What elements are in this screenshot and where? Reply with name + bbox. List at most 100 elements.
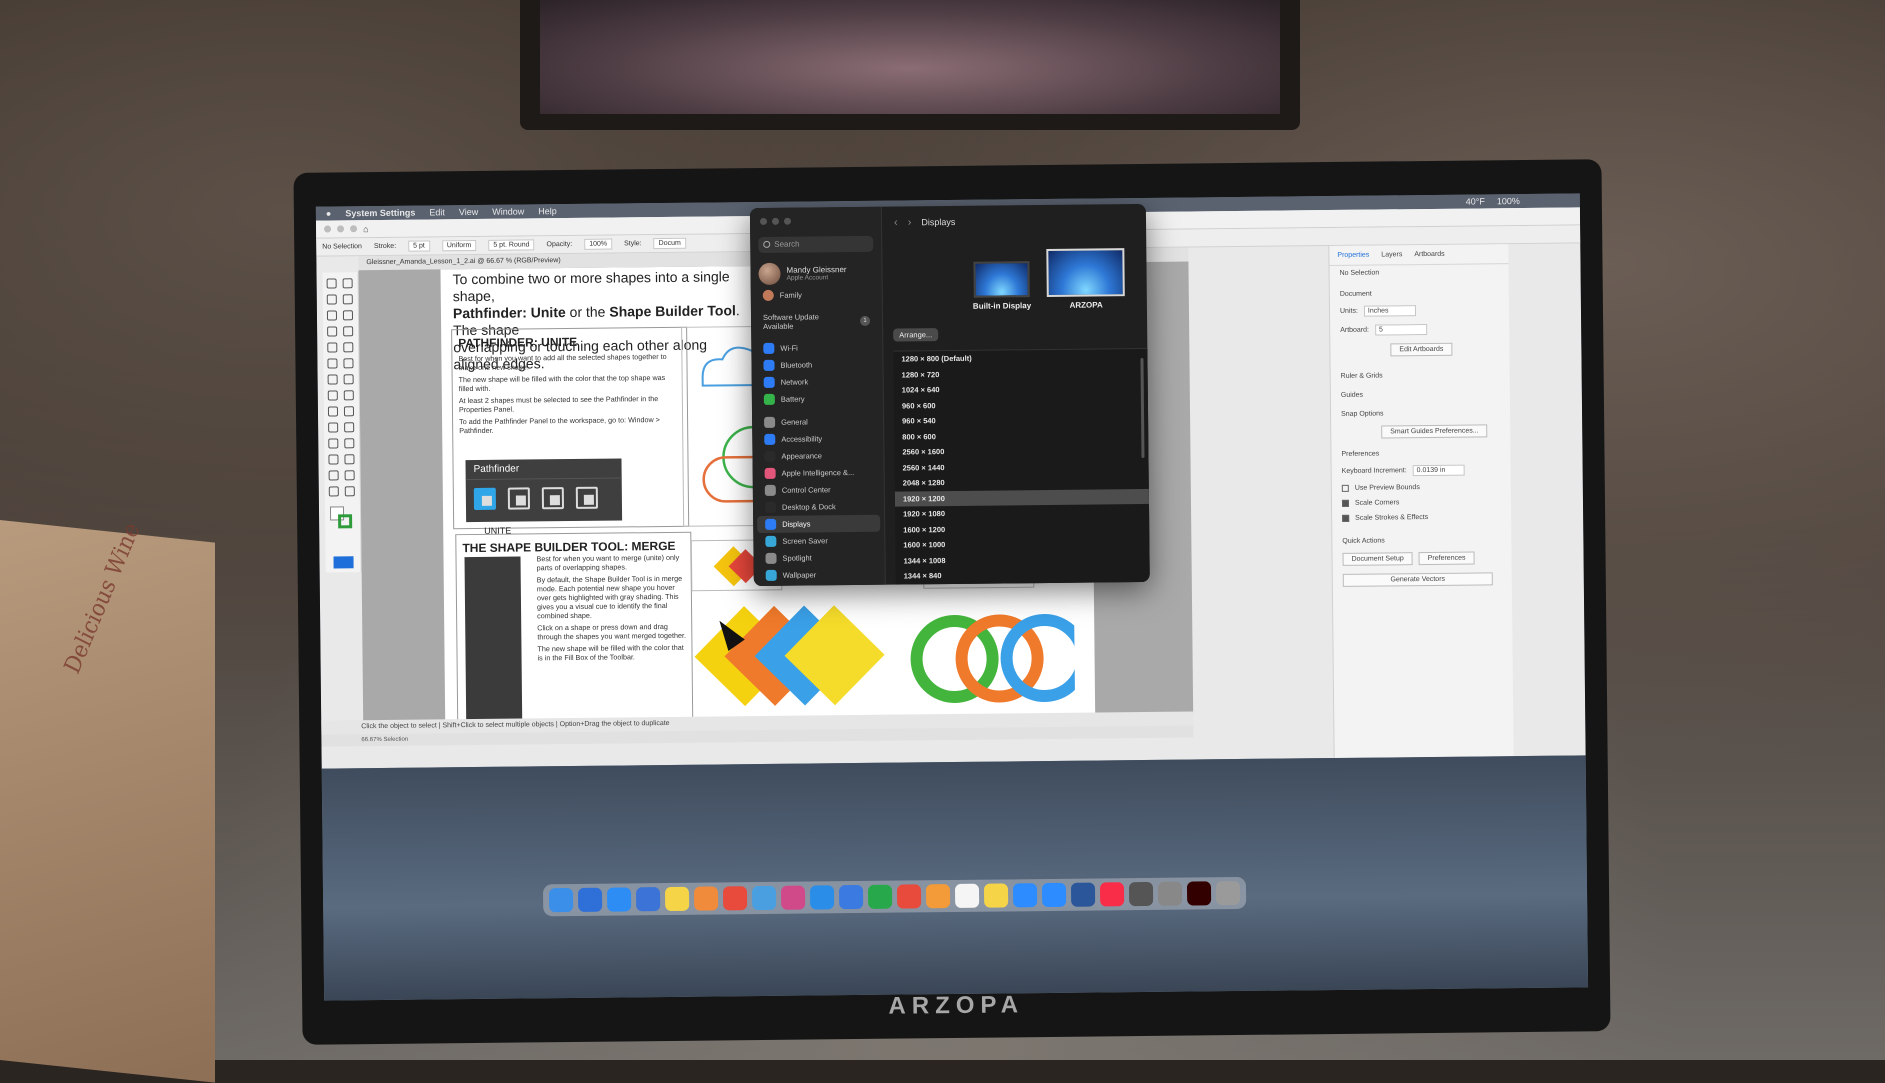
- smart-guides-button[interactable]: Smart Guides Preferences...: [1381, 424, 1487, 438]
- pages-icon[interactable]: [926, 884, 950, 908]
- sidebar-item-network[interactable]: Network: [756, 373, 879, 391]
- generate-vectors-button[interactable]: Generate Vectors: [1343, 572, 1493, 587]
- photos-icon[interactable]: [694, 886, 718, 910]
- blend-tool-icon[interactable]: [344, 438, 354, 448]
- scale-strokes-row[interactable]: Scale Strokes & Effects: [1332, 509, 1511, 526]
- symbol-sprayer-tool-icon[interactable]: [328, 454, 338, 464]
- settings-search-input[interactable]: Search: [758, 236, 873, 253]
- curvature-tool-icon[interactable]: [343, 310, 353, 320]
- window-zoom-button[interactable]: [350, 225, 357, 232]
- sidebar-item-wi-fi[interactable]: Wi-Fi: [755, 339, 878, 357]
- mail-icon[interactable]: [636, 887, 660, 911]
- menu-view[interactable]: View: [459, 207, 478, 217]
- units-select[interactable]: Inches: [1364, 305, 1416, 317]
- lasso-tool-icon[interactable]: [343, 294, 353, 304]
- gradient-tool-icon[interactable]: [344, 422, 354, 432]
- perspective-grid-tool-icon[interactable]: [344, 406, 354, 416]
- settings-close-button[interactable]: [760, 218, 767, 225]
- slice-tool-icon[interactable]: [345, 470, 355, 480]
- numbers-icon[interactable]: [868, 885, 892, 909]
- free-transform-tool-icon[interactable]: [344, 390, 354, 400]
- pen-tool-icon[interactable]: [327, 310, 337, 320]
- direct-selection-tool-icon[interactable]: [343, 278, 353, 288]
- music-icon[interactable]: [1100, 882, 1124, 906]
- stroke-swatch[interactable]: [338, 514, 352, 528]
- stroke-profile-select[interactable]: Uniform: [442, 240, 477, 251]
- keyboard-increment-field[interactable]: 0.0139 in: [1413, 465, 1465, 477]
- rectangle-tool-icon[interactable]: [327, 342, 337, 352]
- edit-artboards-button[interactable]: Edit Artboards: [1390, 343, 1452, 357]
- selection-tool-icon[interactable]: [327, 278, 337, 288]
- display-builtin[interactable]: Built-in Display: [972, 261, 1031, 311]
- chrome-icon[interactable]: [723, 886, 747, 910]
- tab-properties[interactable]: Properties: [1337, 252, 1369, 259]
- tab-artboards[interactable]: Artboards: [1414, 251, 1444, 258]
- scale-tool-icon[interactable]: [344, 374, 354, 384]
- home-icon[interactable]: ⌂: [363, 224, 369, 234]
- sidebar-item-wallpaper[interactable]: Wallpaper: [758, 566, 881, 584]
- safari-icon[interactable]: [578, 888, 602, 912]
- opacity-field[interactable]: 100%: [584, 239, 612, 250]
- sidebar-item-software-update[interactable]: Software Update Available 1: [755, 309, 878, 334]
- apple-account-item[interactable]: Mandy Gleissner Apple Account: [750, 260, 881, 287]
- menu-window[interactable]: Window: [492, 206, 524, 216]
- width-tool-icon[interactable]: [328, 390, 338, 400]
- window-close-button[interactable]: [324, 225, 331, 232]
- files-icon[interactable]: [810, 885, 834, 909]
- illustrator-icon[interactable]: [1187, 881, 1211, 905]
- scale-corners-checkbox[interactable]: [1342, 500, 1349, 507]
- stroke-weight-field[interactable]: 5 pt: [408, 240, 430, 251]
- weather-temp[interactable]: 40°F: [1466, 196, 1485, 206]
- edit-toolbar-icon[interactable]: [333, 556, 353, 568]
- eyedropper-tool-icon[interactable]: [328, 438, 338, 448]
- zoom-icon[interactable]: [1013, 883, 1037, 907]
- sidebar-item-apple-intelligence[interactable]: Apple Intelligence &...: [757, 464, 880, 482]
- notes-icon[interactable]: [665, 887, 689, 911]
- sidebar-item-accessibility[interactable]: Accessibility: [756, 430, 879, 448]
- trash-icon[interactable]: [1216, 881, 1240, 905]
- arrange-button[interactable]: Arrange...: [893, 328, 938, 341]
- menu-help[interactable]: Help: [538, 206, 557, 216]
- app-store-icon[interactable]: [607, 887, 631, 911]
- window-minimize-button[interactable]: [337, 225, 344, 232]
- rotate-tool-icon[interactable]: [328, 374, 338, 384]
- settings-icon[interactable]: [1158, 882, 1182, 906]
- battery-percent[interactable]: 100%: [1497, 196, 1520, 206]
- artboard-select[interactable]: 5: [1375, 324, 1427, 336]
- calendar-icon[interactable]: [955, 884, 979, 908]
- forward-chevron-icon[interactable]: ›: [908, 216, 912, 228]
- line-tool-icon[interactable]: [343, 326, 353, 336]
- back-chevron-icon[interactable]: ‹: [894, 217, 898, 229]
- sidebar-item-screen-saver[interactable]: Screen Saver: [757, 532, 880, 550]
- scale-strokes-checkbox[interactable]: [1342, 515, 1349, 522]
- preferences-quick-button[interactable]: Preferences: [1419, 552, 1475, 566]
- settings-minimize-button[interactable]: [772, 218, 779, 225]
- sidebar-item-displays[interactable]: Displays: [757, 515, 880, 533]
- artboard-tool-icon[interactable]: [329, 470, 339, 480]
- slack-icon[interactable]: [781, 886, 805, 910]
- display-arzopa[interactable]: ARZOPA: [1047, 248, 1126, 310]
- apple-menu-icon[interactable]: ●: [326, 208, 332, 218]
- word-icon[interactable]: [1071, 883, 1095, 907]
- calculator-icon[interactable]: [1129, 882, 1153, 906]
- eraser-tool-icon[interactable]: [343, 358, 353, 368]
- magic-wand-tool-icon[interactable]: [327, 294, 337, 304]
- preview-icon[interactable]: [752, 886, 776, 910]
- graph-tool-icon[interactable]: [344, 454, 354, 464]
- zoom2-icon[interactable]: [1042, 883, 1066, 907]
- reminders-icon[interactable]: [839, 885, 863, 909]
- paintbrush-tool-icon[interactable]: [343, 342, 353, 352]
- settings-zoom-button[interactable]: [784, 218, 791, 225]
- type-tool-icon[interactable]: [327, 326, 337, 336]
- sidebar-item-appearance[interactable]: Appearance: [756, 447, 879, 465]
- stickies-icon[interactable]: [984, 883, 1008, 907]
- zoom-tool-icon[interactable]: [345, 486, 355, 496]
- mesh-tool-icon[interactable]: [328, 422, 338, 432]
- menu-edit[interactable]: Edit: [429, 207, 445, 217]
- sidebar-item-control-center[interactable]: Control Center: [757, 481, 880, 499]
- tab-layers[interactable]: Layers: [1381, 251, 1402, 258]
- shape-builder-tool-icon[interactable]: [328, 406, 338, 416]
- document-setup-quick-button[interactable]: Document Setup: [1343, 552, 1413, 566]
- menu-app-name[interactable]: System Settings: [345, 208, 415, 219]
- finder-icon[interactable]: [549, 888, 573, 912]
